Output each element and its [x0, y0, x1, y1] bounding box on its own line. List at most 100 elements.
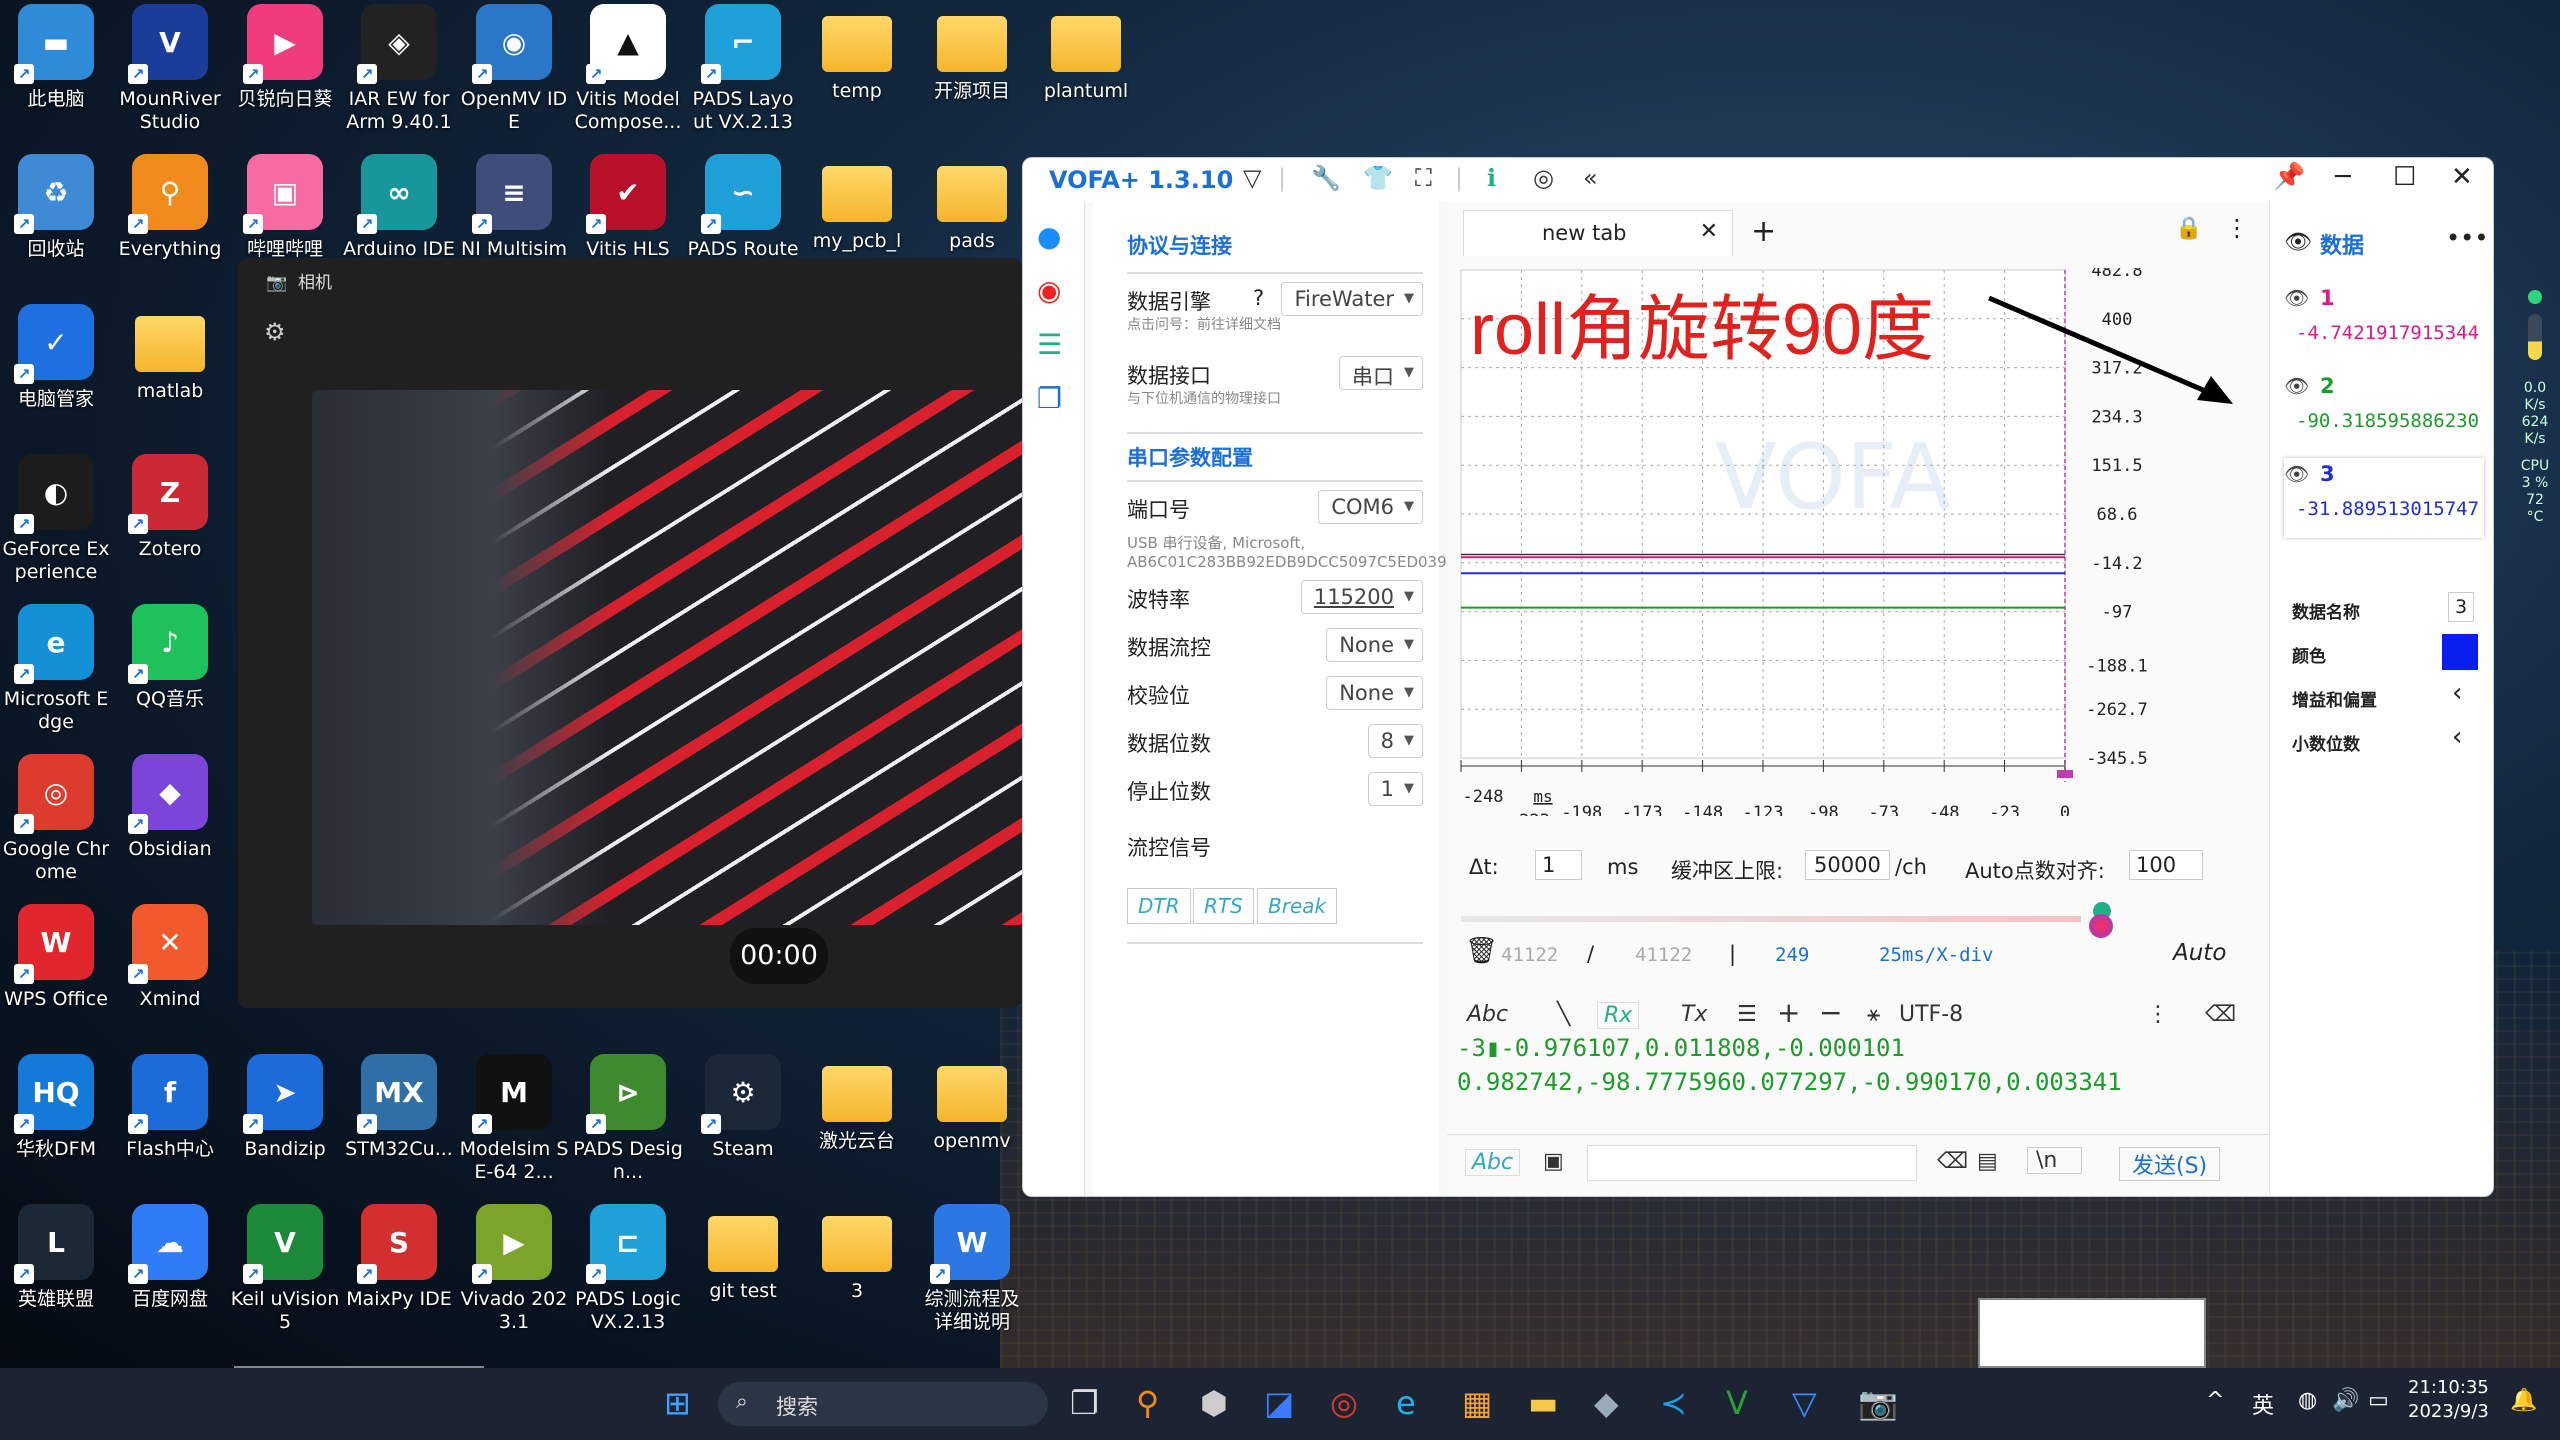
cursor-icon[interactable]: ╲: [1557, 1002, 1570, 1027]
notification-bell-icon[interactable]: 🔔: [2510, 1388, 2537, 1413]
channel-item[interactable]: 👁 1 -4.7421917915344: [2284, 282, 2484, 362]
settings-gear-icon[interactable]: ⚙: [264, 318, 286, 346]
eraser-icon[interactable]: ⌫: [2205, 1002, 2236, 1027]
desktop-icon[interactable]: M ↗ Modelsim SE-64 2...: [458, 1054, 570, 1202]
desktop-icon[interactable]: ✕ ↗ Xmind: [114, 904, 226, 1052]
rx-toggle[interactable]: Rx: [1597, 1002, 1640, 1029]
desktop-icon[interactable]: V ↗ MounRiver Studio: [114, 4, 226, 152]
network-icon[interactable]: ◍: [2298, 1388, 2317, 1413]
port-select[interactable]: COM6: [1318, 490, 1423, 524]
tab-new[interactable]: new tab ✕: [1463, 210, 1733, 256]
app-icon[interactable]: ◆: [1594, 1384, 1619, 1422]
auto-mode[interactable]: Auto: [2173, 940, 2226, 966]
edge-icon[interactable]: e: [1396, 1384, 1416, 1422]
chrome-icon[interactable]: ◎: [1330, 1384, 1358, 1422]
connect-icon[interactable]: ●: [1037, 220, 1061, 253]
tx-toggle[interactable]: Tx: [1681, 1002, 1707, 1027]
wrench-icon[interactable]: 🔧: [1311, 164, 1341, 192]
desktop-icon[interactable]: f ↗ Flash中心: [114, 1054, 226, 1202]
fingerprint-icon[interactable]: ◎: [1533, 164, 1554, 192]
eye-icon[interactable]: 👁: [2284, 286, 2309, 310]
vofa-logo-icon[interactable]: ▽: [1243, 164, 1261, 192]
prop-name-input[interactable]: 3: [2448, 592, 2474, 622]
collapse-icon[interactable]: «: [1583, 164, 1598, 192]
iface-select[interactable]: 串口: [1339, 356, 1423, 390]
copy-icon[interactable]: ❐: [1037, 382, 1062, 415]
zoom-out-icon[interactable]: −: [1819, 996, 1842, 1029]
newline-select[interactable]: \n: [2027, 1147, 2083, 1174]
desktop-icon[interactable]: ⚙ ↗ Steam: [687, 1054, 799, 1202]
battery-icon[interactable]: ▭: [2368, 1388, 2389, 1413]
send-button[interactable]: 发送(S): [2119, 1147, 2221, 1181]
desktop-icon[interactable]: openmv: [916, 1054, 1028, 1202]
help-icon[interactable]: ?: [1253, 286, 1264, 310]
desktop-icon[interactable]: ▶ ↗ Vivado 2023.1: [458, 1204, 570, 1352]
timeline-slider[interactable]: [1461, 916, 2081, 922]
auto-align-input[interactable]: 100: [2129, 850, 2204, 880]
shirt-icon[interactable]: 👕: [1363, 164, 1393, 192]
history-icon[interactable]: ▤: [1977, 1149, 1998, 1174]
format-icon[interactable]: ☰: [1737, 1002, 1757, 1027]
lock-icon[interactable]: 🔒: [2175, 216, 2202, 241]
desktop-icon[interactable]: ◉ ↗ OpenMV IDE: [458, 4, 570, 152]
chevron-up-icon[interactable]: ^: [2206, 1388, 2224, 1413]
desktop-icon[interactable]: temp: [801, 4, 913, 152]
camera-window[interactable]: 📷 相机 ⚙ 00:00: [238, 258, 1024, 1008]
zoom-in-icon[interactable]: +: [1777, 996, 1800, 1029]
keil-icon[interactable]: V: [1726, 1384, 1748, 1422]
desktop-icon[interactable]: L ↗ 英雄联盟: [0, 1204, 112, 1352]
desktop-icon[interactable]: ▬ ↗ 此电脑: [0, 4, 112, 152]
dt-input[interactable]: 1: [1535, 850, 1583, 880]
terminal-icon[interactable]: ▣: [1543, 1149, 1564, 1174]
desktop-icon[interactable]: ◎ ↗ Google Chrome: [0, 754, 112, 902]
desktop-icon[interactable]: HQ ↗ 华秋DFM: [0, 1054, 112, 1202]
desktop-icon[interactable]: 开源项目: [916, 4, 1028, 152]
engine-select[interactable]: FireWater: [1281, 282, 1423, 316]
desktop-icon[interactable]: ⚲ ↗ Everything: [114, 154, 226, 302]
encoding-select[interactable]: UTF-8: [1899, 1002, 1963, 1027]
everything-icon[interactable]: ⚲: [1136, 1384, 1159, 1422]
send-abc-toggle[interactable]: Abc: [1465, 1149, 1521, 1176]
info-icon[interactable]: ℹ: [1487, 164, 1496, 192]
chevron-left-icon[interactable]: ‹: [2452, 678, 2462, 708]
eye-icon[interactable]: 👁: [2284, 462, 2309, 486]
desktop-icon[interactable]: ✓ ↗ 电脑管家: [0, 304, 112, 452]
window-thumbnail[interactable]: [1978, 1298, 2206, 1368]
volume-icon[interactable]: 🔊: [2332, 1388, 2359, 1413]
desktop-icon[interactable]: ➤ ↗ Bandizip: [229, 1054, 341, 1202]
clear-send-icon[interactable]: ⌫: [1937, 1149, 1968, 1174]
flowctl-select[interactable]: None: [1326, 628, 1423, 662]
vscode-icon[interactable]: ≺: [1660, 1384, 1687, 1422]
eye-icon[interactable]: 👁: [2284, 230, 2312, 255]
baud-select[interactable]: 115200: [1300, 580, 1423, 614]
desktop-icon[interactable]: ▲ ↗ Vitis Model Compose...: [572, 4, 684, 152]
ime-indicator[interactable]: 英: [2252, 1388, 2274, 1420]
eye-icon[interactable]: 👁: [2284, 374, 2309, 398]
task-view-icon[interactable]: ❐: [1070, 1384, 1099, 1422]
parity-select[interactable]: None: [1326, 676, 1423, 710]
chevron-left-icon[interactable]: ‹: [2452, 722, 2462, 752]
more-icon[interactable]: ⋮: [2147, 1002, 2169, 1027]
camera-taskbar-icon[interactable]: 📷: [1858, 1384, 1898, 1422]
stopbits-select[interactable]: 1: [1367, 772, 1423, 806]
desktop-icon[interactable]: V ↗ Keil uVision5: [229, 1204, 341, 1352]
tab-close-icon[interactable]: ✕: [1700, 219, 1718, 244]
desktop-icon[interactable]: git test: [687, 1204, 799, 1352]
abc-toggle[interactable]: Abc: [1467, 1002, 1508, 1027]
desktop-icon[interactable]: MX ↗ STM32Cu...: [343, 1054, 455, 1202]
desktop-icon[interactable]: ⊳ ↗ PADS Design...: [572, 1054, 684, 1202]
desktop-icon[interactable]: S ↗ MaixPy IDE: [343, 1204, 455, 1352]
record-icon[interactable]: ◉: [1037, 274, 1061, 307]
more-icon[interactable]: ⋮: [2225, 214, 2249, 242]
more-icon[interactable]: •••: [2446, 224, 2488, 252]
color-swatch[interactable]: [2442, 634, 2478, 670]
desktop-icon[interactable]: ☁ ↗ 百度网盘: [114, 1204, 226, 1352]
rts-button[interactable]: RTS: [1193, 888, 1254, 924]
desktop-icon[interactable]: matlab: [114, 304, 226, 452]
screenshot-icon[interactable]: ⛶: [1415, 164, 1432, 192]
file-explorer-icon[interactable]: ▬: [1528, 1384, 1558, 1422]
desktop-icon[interactable]: ◈ ↗ IAR EW for Arm 9.40.1: [343, 4, 455, 152]
buffer-input[interactable]: 50000: [1805, 850, 1890, 880]
settings-icon[interactable]: ⬢: [1200, 1384, 1228, 1422]
desktop-icon[interactable]: Z ↗ Zotero: [114, 454, 226, 602]
